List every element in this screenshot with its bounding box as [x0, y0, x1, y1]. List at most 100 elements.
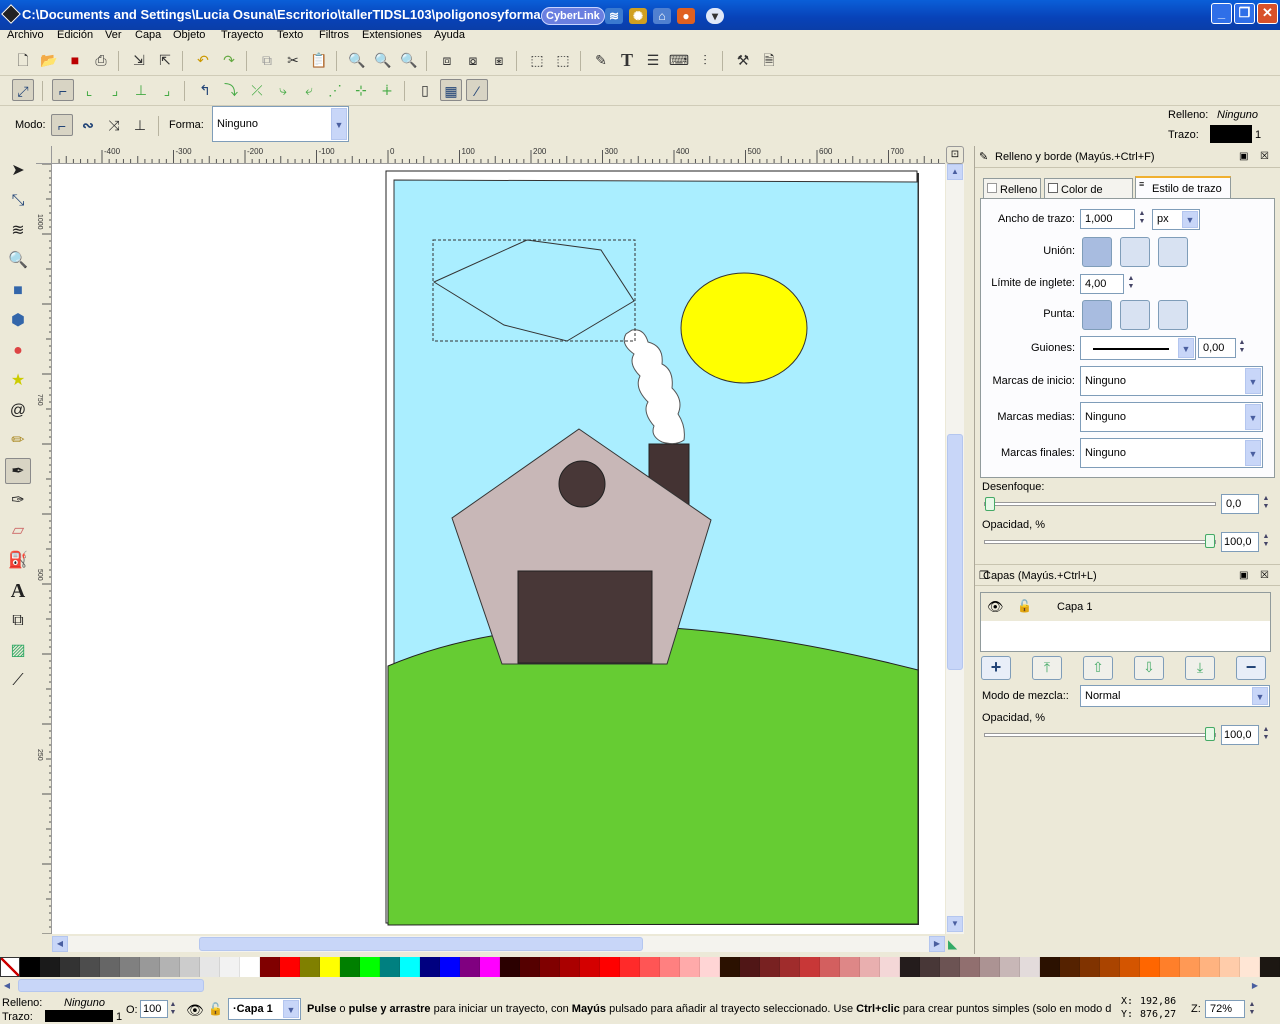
blend-mode-select[interactable]: Normal ▼: [1080, 685, 1270, 707]
palette-swatch[interactable]: [1040, 957, 1060, 977]
palette-swatch[interactable]: [540, 957, 560, 977]
copy-icon[interactable]: ⧉: [256, 49, 278, 71]
miter-limit-spinner[interactable]: ▲ ▼: [1127, 275, 1135, 291]
snap-paths-icon[interactable]: ⤵: [220, 79, 242, 101]
palette-swatch[interactable]: [120, 957, 140, 977]
layers-icon[interactable]: ☰: [642, 49, 664, 71]
house-door-rect[interactable]: [517, 570, 653, 664]
palette-swatch[interactable]: [1060, 957, 1080, 977]
gradient-tool-icon[interactable]: ▨: [5, 638, 31, 664]
dash-offset-input[interactable]: 0,00: [1198, 338, 1236, 358]
layer-lock-icon[interactable]: 🔓: [208, 1002, 223, 1016]
palette-swatch[interactable]: [400, 957, 420, 977]
cut-icon[interactable]: ✂: [282, 49, 304, 71]
menu-texto[interactable]: Texto: [277, 29, 303, 41]
snap-intersections-icon[interactable]: ⤫: [246, 79, 268, 101]
zoom-lock-icon[interactable]: ⊡: [946, 146, 964, 164]
new-document-icon[interactable]: 🗋: [12, 49, 34, 71]
palette-swatch[interactable]: [760, 957, 780, 977]
blur-slider-knob[interactable]: [985, 497, 995, 511]
panel-iconify-icon[interactable]: ▣: [1239, 146, 1248, 168]
mid-markers-select[interactable]: Ninguno ▼: [1080, 402, 1263, 432]
current-layer-select[interactable]: ·Capa 1 ▼: [228, 998, 301, 1020]
palette-swatch[interactable]: [1080, 957, 1100, 977]
palette-swatch[interactable]: [460, 957, 480, 977]
palette-swatch[interactable]: [840, 957, 860, 977]
connector-tool-icon[interactable]: ⧉: [5, 608, 31, 634]
zoom-tool-icon[interactable]: 🔍: [5, 248, 31, 274]
palette-swatch[interactable]: [620, 957, 640, 977]
palette-swatch[interactable]: [100, 957, 120, 977]
palette-scroll-left-icon[interactable]: ◀: [0, 979, 14, 993]
snap-nodes-icon[interactable]: ↰: [194, 79, 216, 101]
blur-input[interactable]: 0,0: [1221, 494, 1259, 514]
paste-icon[interactable]: 📋: [308, 49, 330, 71]
layer-name[interactable]: Capa 1: [1057, 601, 1092, 613]
layer-row[interactable]: 👁 🔓 Capa 1: [981, 593, 1270, 621]
paint-bucket-icon[interactable]: ⛽: [5, 548, 31, 574]
palette-swatch[interactable]: [700, 957, 720, 977]
snap-centers-icon[interactable]: ⊹: [350, 79, 372, 101]
palette-swatch[interactable]: [600, 957, 620, 977]
add-layer-button[interactable]: +: [981, 656, 1011, 680]
palette-none-swatch[interactable]: [0, 957, 20, 977]
menu-trayecto[interactable]: Trayecto: [221, 29, 263, 41]
group-icon[interactable]: ⬚: [526, 49, 548, 71]
scroll-left-arrow-icon[interactable]: ◀: [52, 936, 68, 952]
document-properties-icon[interactable]: 🗎: [758, 49, 780, 71]
opacity-slider-track[interactable]: [984, 540, 1216, 544]
palette-swatch[interactable]: [920, 957, 940, 977]
palette-swatch[interactable]: [1100, 957, 1120, 977]
palette-swatch[interactable]: [880, 957, 900, 977]
palette-swatch[interactable]: [1120, 957, 1140, 977]
align-icon[interactable]: ⫶: [694, 49, 716, 71]
calligraphy-tool-icon[interactable]: ✑: [5, 488, 31, 514]
fill-value[interactable]: Ninguno: [1217, 109, 1258, 121]
open-folder-icon[interactable]: 📂: [38, 49, 60, 71]
dropper-tool-icon[interactable]: ⟋: [5, 668, 31, 694]
palette-swatch[interactable]: [960, 957, 980, 977]
start-markers-select[interactable]: Ninguno ▼: [1080, 366, 1263, 396]
palette-swatch[interactable]: [220, 957, 240, 977]
opacity-input[interactable]: 100,0: [1221, 532, 1259, 552]
color-managed-icon[interactable]: ◣: [948, 937, 957, 951]
ellipse-tool-icon[interactable]: ●: [5, 338, 31, 364]
zoom-drawing-icon[interactable]: 🔍: [372, 49, 394, 71]
palette-swatch[interactable]: [360, 957, 380, 977]
mode-bezier-icon[interactable]: ⌐: [51, 114, 73, 136]
star-tool-icon[interactable]: ★: [5, 368, 31, 394]
palette-swatch[interactable]: [260, 957, 280, 977]
palette-swatch[interactable]: [380, 957, 400, 977]
grass-shape[interactable]: [387, 625, 919, 926]
palette-swatch[interactable]: [180, 957, 200, 977]
stroke-width-spinner[interactable]: ▲ ▼: [1138, 210, 1146, 226]
palette-swatch[interactable]: [1160, 957, 1180, 977]
palette-swatch[interactable]: [60, 957, 80, 977]
cap-square-button[interactable]: [1158, 300, 1188, 330]
palette-swatch[interactable]: [200, 957, 220, 977]
palette-swatch[interactable]: [740, 957, 760, 977]
minimize-button[interactable]: _: [1211, 3, 1232, 24]
palette-swatch[interactable]: [660, 957, 680, 977]
snap-bbox-mid-icon[interactable]: ⊥: [130, 79, 152, 101]
snap-bbox-icon[interactable]: ⌐: [52, 79, 74, 101]
join-miter-button[interactable]: [1082, 237, 1112, 267]
snap-bbox-center-icon[interactable]: ⌟: [156, 79, 178, 101]
palette-swatch[interactable]: [720, 957, 740, 977]
menu-capa[interactable]: Capa: [135, 29, 161, 41]
lower-layer-icon[interactable]: ⇩: [1134, 656, 1164, 680]
menu-ver[interactable]: Ver: [105, 29, 122, 41]
palette-swatch[interactable]: [1240, 957, 1260, 977]
palette-swatch[interactable]: [1020, 957, 1040, 977]
palette-swatch[interactable]: [320, 957, 340, 977]
mode-polyline-icon[interactable]: ⤨: [103, 114, 125, 136]
unlink-clone-icon[interactable]: ⧆: [488, 49, 510, 71]
palette-swatch[interactable]: [340, 957, 360, 977]
palette-swatch[interactable]: [900, 957, 920, 977]
mode-paraxial-icon[interactable]: ⊥: [129, 114, 151, 136]
maximize-button[interactable]: ❐: [1234, 3, 1255, 24]
tweak-tool-icon[interactable]: ≋: [5, 218, 31, 244]
zoom-page-icon[interactable]: 🔍: [398, 49, 420, 71]
text-font-icon[interactable]: T: [616, 49, 638, 71]
snap-guides-icon[interactable]: ⁄: [466, 79, 488, 101]
